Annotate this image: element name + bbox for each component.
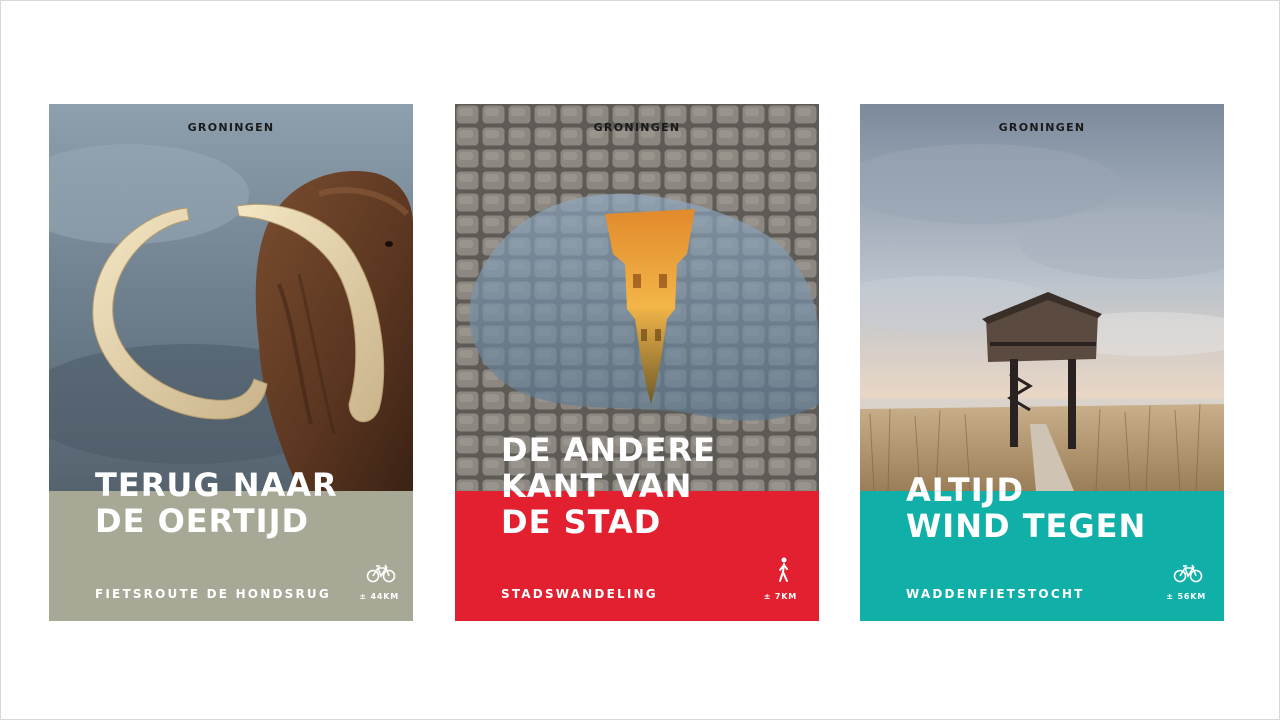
bicycle-icon — [366, 564, 396, 583]
distance-label: ± 56KM — [1166, 592, 1206, 601]
route-name: FIETSROUTE DE HONDSRUG — [95, 587, 331, 601]
distance-label: ± 7KM — [763, 592, 797, 601]
poster-altijd-wind-tegen: GRONINGEN ALTIJD WIND TEGEN WADDENFIETST… — [860, 104, 1224, 621]
headline-line: DE ANDERE — [501, 431, 717, 469]
brand-label: GRONINGEN — [998, 121, 1086, 134]
bicycle-icon — [1173, 564, 1203, 583]
headline-line: TERUG NAAR — [95, 466, 338, 504]
poster-headline: DE ANDERE KANT VAN DE STAD — [501, 432, 716, 540]
headline-line: ALTIJD — [906, 471, 1025, 509]
headline-line: KANT VAN — [501, 467, 693, 505]
poster-terug-naar-de-oertijd: GRONINGEN TERUG NAAR DE OERTIJD FIETSROU… — [49, 104, 413, 621]
distance-label: ± 44KM — [359, 592, 399, 601]
route-name: WADDENFIETSTOCHT — [906, 587, 1085, 601]
headline-line: WIND TEGEN — [906, 507, 1147, 545]
walking-person-icon — [779, 557, 788, 582]
route-name: STADSWANDELING — [501, 587, 658, 601]
brand-label: GRONINGEN — [187, 121, 275, 134]
bird-hide-wadden-photo — [860, 104, 1224, 491]
poster-headline: TERUG NAAR DE OERTIJD — [95, 467, 338, 539]
brand-label: GRONINGEN — [593, 121, 681, 134]
poster-headline: ALTIJD WIND TEGEN — [906, 472, 1146, 544]
poster-de-andere-kant-van-de-stad: GRONINGEN DE ANDERE KANT VAN DE STAD STA… — [455, 104, 819, 621]
headline-line: DE OERTIJD — [95, 502, 310, 540]
mammoth-photo — [49, 104, 413, 491]
headline-line: DE STAD — [501, 503, 662, 541]
